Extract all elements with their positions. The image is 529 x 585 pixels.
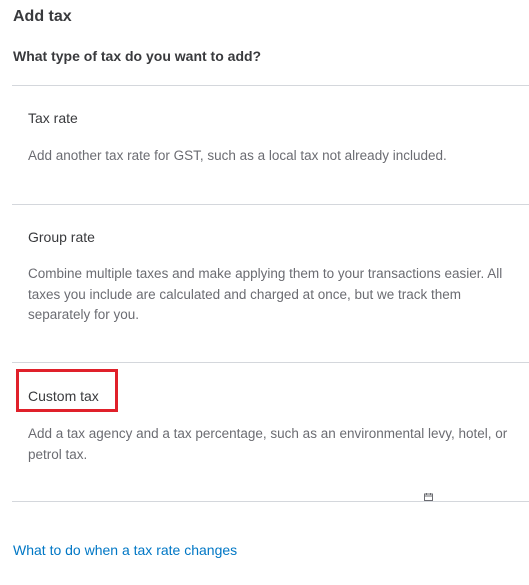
page-title: Add tax [13,8,72,25]
option-title: Tax rate [28,110,78,126]
highlight-box [16,369,118,412]
option-group-rate[interactable]: Group rate Combine multiple taxes and ma… [12,205,529,362]
question-heading: What type of tax do you want to add? [13,48,262,64]
add-tax-panel: Add tax What type of tax do you want to … [0,0,529,585]
option-title: Group rate [28,229,95,245]
option-description: Add a tax agency and a tax percentage, s… [28,426,508,462]
divider [12,501,529,502]
option-description: Combine multiple taxes and make applying… [28,266,503,322]
calendar-icon [424,493,433,501]
tax-rate-changes-link[interactable]: What to do when a tax rate changes [13,542,237,558]
option-tax-rate[interactable]: Tax rate Add another tax rate for GST, s… [12,86,529,204]
option-description: Add another tax rate for GST, such as a … [28,148,447,163]
